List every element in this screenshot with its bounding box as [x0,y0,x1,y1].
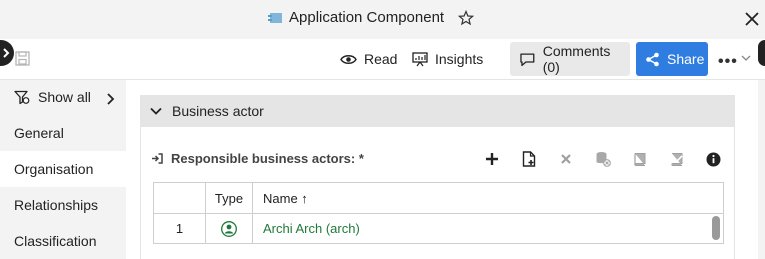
show-all-label: Show all [38,89,91,105]
insights-button[interactable]: Insights [412,42,483,76]
info-icon [706,152,721,166]
share-button[interactable]: Share [636,42,708,76]
chevron-down-icon[interactable] [741,54,751,62]
responsible-actors-label: Responsible business actors: * [171,151,364,166]
window-title-group: Application Component [267,9,475,26]
comments-button[interactable]: Comments (0) [510,42,630,76]
filter-icon [14,90,30,104]
sign-in-icon [152,153,163,164]
row-number: 1 [175,221,184,236]
save-icon[interactable] [15,51,30,66]
database-remove-icon [596,152,611,167]
comments-label: Comments (0) [542,43,611,75]
insights-label: Insights [435,51,484,67]
read-label: Read [364,51,398,67]
sidebar-item-label: General [14,125,64,141]
responsible-actors-table: Type Name ↑ 1 Archi Arch (arch) [153,182,724,244]
application-component-icon [268,12,282,23]
chevron-right-icon [3,48,10,58]
collapse-left-button[interactable] [0,40,14,66]
sidebar-item-relationships[interactable]: Relationships [0,187,126,223]
row-index-cell: 1 [154,214,206,243]
chevron-down-icon [150,107,162,115]
title-bar: Application Component [0,0,765,39]
more-options-icon[interactable]: ••• [718,53,738,71]
table-header: Type Name ↑ [154,183,723,214]
eye-icon [340,54,357,64]
presentation-chart-icon [412,52,428,67]
share-icon [646,52,659,66]
table-scrollbar[interactable] [712,216,720,240]
sidebar-item-label: Organisation [14,161,94,177]
book-edit-button[interactable] [658,149,695,169]
sidebar: Show all General Organisation Relationsh… [0,80,126,259]
new-document-icon [522,151,535,167]
sidebar-item-general[interactable]: General [0,115,126,151]
new-document-button[interactable] [510,149,547,169]
person-icon [221,220,237,237]
sidebar-item-label: Relationships [14,197,99,213]
field-toolbar [473,149,732,169]
read-button[interactable]: Read [340,42,397,76]
row-type-cell [206,214,253,243]
chevron-right-icon[interactable] [106,92,115,106]
business-actor-link[interactable]: Archi Arch (arch) [263,221,360,236]
sidebar-item-organisation[interactable]: Organisation [0,151,126,187]
header-cell-index [154,183,206,213]
column-header-name: Name ↑ [263,190,308,206]
delete-button[interactable] [547,149,584,169]
add-button[interactable] [473,149,510,169]
info-button[interactable] [695,149,732,169]
section-body: Responsible business actors: * Type Name… [140,127,735,259]
page-title: Application Component [289,9,445,26]
right-gutter [758,80,765,259]
database-remove-button[interactable] [584,149,621,169]
share-label: Share [667,51,705,67]
table-row[interactable]: 1 Archi Arch (arch) [154,214,723,243]
delete-icon [560,154,571,164]
section-title: Business actor [172,103,264,119]
star-icon[interactable] [458,9,475,26]
header-cell-type[interactable]: Type [206,183,253,213]
add-icon [485,153,498,165]
comment-icon [520,52,535,66]
sidebar-item-classification[interactable]: Classification [0,223,126,259]
column-header-type: Type [214,190,244,206]
book-button[interactable] [621,149,658,169]
main-content: Business actor Responsible business acto… [126,80,758,259]
row-name-cell: Archi Arch (arch) [253,214,713,243]
section-header-business-actor[interactable]: Business actor [140,95,735,127]
show-all-filter[interactable]: Show all [14,89,91,105]
book-icon [634,152,646,166]
book-edit-icon [670,152,683,166]
close-icon[interactable] [744,11,760,27]
sidebar-item-label: Classification [14,233,97,249]
toolbar: Read Insights Comments (0) Share ••• [0,39,765,80]
header-cell-name[interactable]: Name ↑ [253,183,713,213]
collapse-right-button[interactable] [758,40,765,66]
field-label-group: Responsible business actors: * [151,151,364,166]
